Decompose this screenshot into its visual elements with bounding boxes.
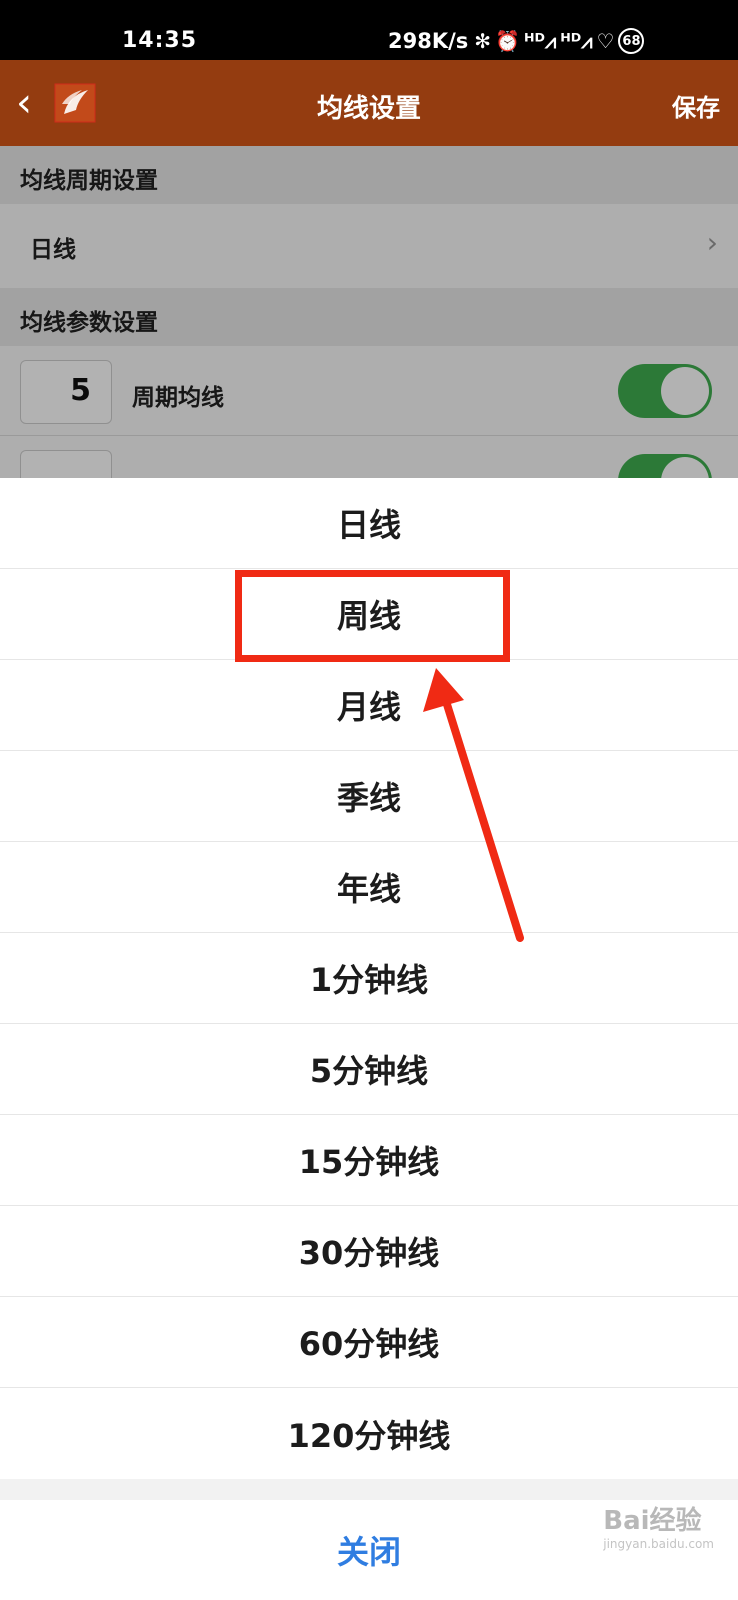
baidu-watermark: Bai经验 jingyan.baidu.com <box>603 1500 714 1551</box>
watermark-url: jingyan.baidu.com <box>603 1537 714 1551</box>
watermark-brand: Bai经验 <box>603 1506 702 1536</box>
annotation-arrow-icon <box>423 668 524 942</box>
